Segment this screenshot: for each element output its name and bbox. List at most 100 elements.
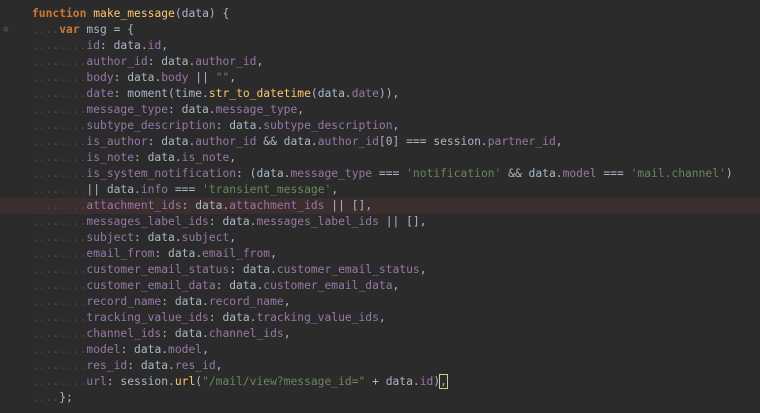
indent-guide: .... [32, 391, 60, 404]
gutter-cell [0, 182, 12, 198]
code-text: ........channel_ids: data.channel_ids, [32, 326, 291, 342]
code-token: email_from [86, 247, 155, 260]
code-token: ) [725, 167, 733, 180]
indent-guide: ........ [32, 39, 87, 52]
code-token: customer_email_data [86, 279, 216, 292]
code-token: customer_email_data [263, 279, 393, 292]
code-line[interactable]: ........|| data.info === 'transient_mess… [0, 182, 760, 198]
indent-guide: ........ [32, 71, 87, 84]
code-token: id [86, 39, 101, 52]
code-token: , [256, 55, 264, 68]
code-line[interactable]: ........messages_label_ids: data.message… [0, 214, 760, 230]
indent-guide: ........ [32, 247, 87, 260]
code-token: === [372, 167, 407, 180]
code-token: subtype_description [86, 119, 216, 132]
gutter-cell [0, 70, 12, 86]
code-line[interactable]: ........date: moment(time.str_to_datetim… [0, 86, 760, 102]
code-token: , [229, 151, 237, 164]
code-line[interactable]: ⊖ ....var msg = { [0, 22, 760, 38]
code-text: function make_message(data) { [32, 6, 229, 22]
code-token: : data. [127, 359, 175, 372]
code-line[interactable]: ........res_id: data.res_id, [0, 358, 760, 374]
code-line[interactable]: ........body: data.body || "", [0, 70, 760, 86]
code-token: && data. [256, 135, 318, 148]
code-text: ........|| data.info === 'transient_mess… [32, 182, 338, 198]
code-line[interactable]: ........is_note: data.is_note, [0, 150, 760, 166]
code-token: , [419, 263, 427, 276]
code-line[interactable]: ........url: session.url("/mail/view?mes… [0, 374, 760, 390]
code-token: message_type [86, 103, 169, 116]
code-text: ........is_author: data.author_id && dat… [32, 134, 563, 150]
code-line[interactable]: ........is_system_notification: (data.me… [0, 166, 760, 182]
code-token: : data. [154, 247, 203, 260]
code-text: ........attachment_ids: data.attachment_… [32, 198, 372, 214]
code-token: body [86, 71, 114, 84]
code-line[interactable]: ........tracking_value_ids: data.trackin… [0, 310, 760, 326]
code-line[interactable]: ....}; [0, 390, 760, 406]
indent-guide: ........ [32, 231, 87, 244]
code-token: is_system_notification [86, 167, 237, 180]
code-token: date [351, 87, 379, 100]
code-token: : data. [100, 39, 148, 52]
code-editor[interactable]: function make_message(data) {⊖ ....var ms… [0, 0, 760, 413]
code-line[interactable]: ........model: data.model, [0, 342, 760, 358]
gutter-cell [0, 230, 12, 246]
code-line[interactable]: ........is_author: data.author_id && dat… [0, 134, 760, 150]
code-line[interactable]: ........channel_ids: data.channel_ids, [0, 326, 760, 342]
code-token: id [147, 39, 162, 52]
code-text: ........body: data.body || "", [32, 70, 236, 86]
code-token: partner_id [487, 135, 556, 148]
code-token: , [229, 71, 237, 84]
code-line[interactable]: ........attachment_ids: data.attachment_… [0, 198, 760, 214]
code-line[interactable]: function make_message(data) { [0, 6, 760, 22]
code-text: ........record_name: data.record_name, [32, 294, 291, 310]
code-text: ........date: moment(time.str_to_datetim… [32, 86, 399, 102]
code-line[interactable]: ........message_type: data.message_type, [0, 102, 760, 118]
indent-guide: ........ [32, 295, 87, 308]
code-line[interactable]: ........customer_email_status: data.cust… [0, 262, 760, 278]
code-text: ........subject: data.subject, [32, 230, 236, 246]
code-token: attachment_ids [86, 199, 182, 212]
code-token: : data. [147, 135, 196, 148]
code-token: subject [86, 231, 135, 244]
code-token: : data. [147, 55, 196, 68]
indent-guide: ........ [32, 119, 87, 132]
gutter-cell [0, 278, 12, 294]
indent-guide: ........ [32, 279, 87, 292]
code-token: || [], [324, 199, 373, 212]
code-line[interactable]: ........subject: data.subject, [0, 230, 760, 246]
code-text: ........id: data.id, [32, 38, 168, 54]
code-line[interactable]: ........id: data.id, [0, 38, 760, 54]
gutter-cell [0, 374, 12, 390]
code-token: : data. [215, 119, 264, 132]
indent-guide: ........ [32, 199, 87, 212]
code-token: }; [59, 391, 73, 404]
code-line[interactable]: ........email_from: data.email_from, [0, 246, 760, 262]
fold-open-icon[interactable]: ⊖ [0, 22, 12, 38]
code-line[interactable]: ........author_id: data.author_id, [0, 54, 760, 70]
indent-guide: ........ [32, 151, 87, 164]
code-line[interactable]: ........record_name: data.record_name, [0, 294, 760, 310]
indent-guide: ........ [32, 375, 87, 388]
code-token: model [562, 167, 597, 180]
code-line[interactable]: ........subtype_description: data.subtyp… [0, 118, 760, 134]
code-token: , [270, 247, 277, 260]
code-token: res_id [86, 359, 128, 372]
gutter-cell [0, 358, 12, 374]
code-token: , [392, 279, 400, 292]
code-text: ........tracking_value_ids: data.trackin… [32, 310, 386, 326]
code-text: ........author_id: data.author_id, [32, 54, 263, 70]
code-token: "/mail/view?message_id=" [202, 375, 366, 388]
gutter-cell [0, 150, 12, 166]
code-token: date [86, 87, 114, 100]
code-text: ........url: session.url("/mail/view?mes… [32, 374, 448, 390]
code-token: === [168, 183, 203, 196]
indent-guide: ........ [32, 55, 87, 68]
code-token: : data. [181, 199, 230, 212]
code-line[interactable]: ........customer_email_data: data.custom… [0, 278, 760, 294]
code-token: is_note [86, 151, 135, 164]
code-token: attachment_ids [229, 199, 325, 212]
code-token: [0] === session. [378, 135, 488, 148]
code-token: , [392, 119, 400, 132]
indent-guide: ........ [32, 263, 87, 276]
